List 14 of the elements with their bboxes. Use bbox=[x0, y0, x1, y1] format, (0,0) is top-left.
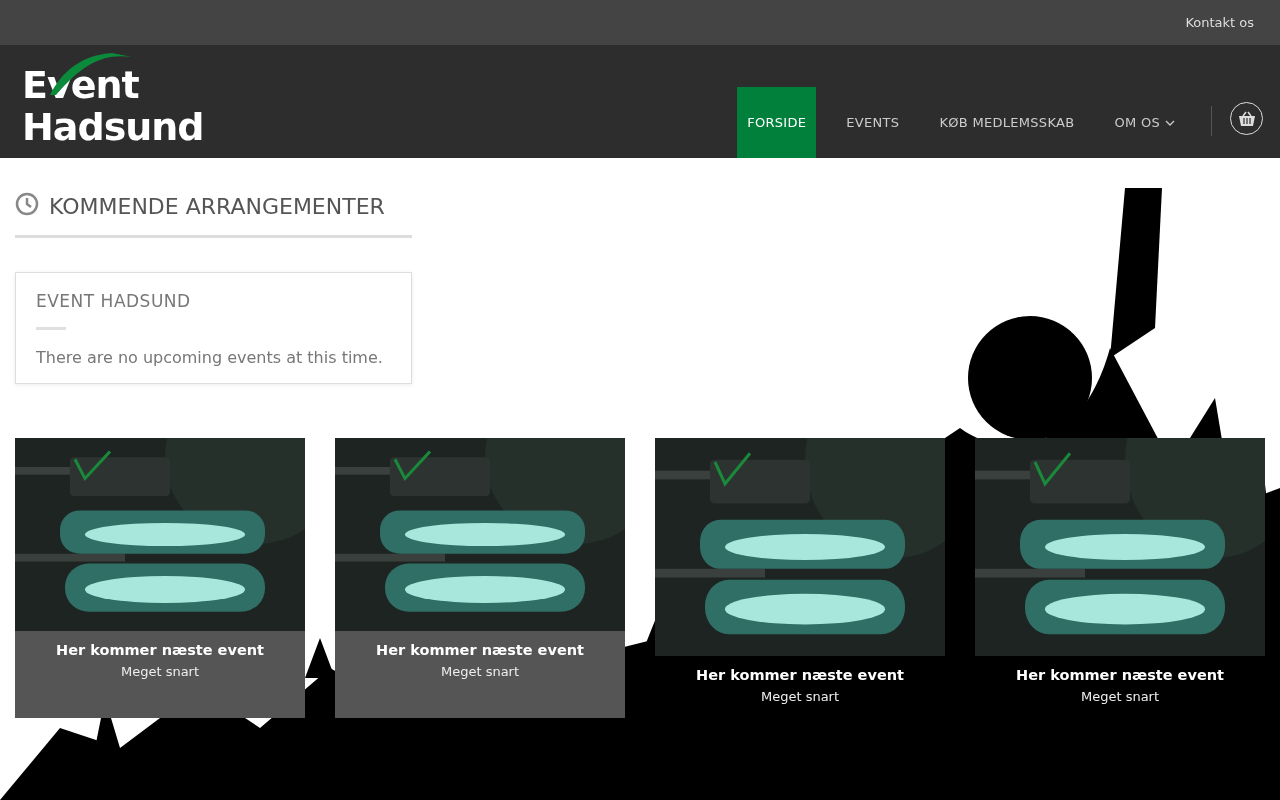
card-subtitle: Meget snart bbox=[439, 664, 521, 679]
card-title: Her kommer næste event bbox=[55, 642, 265, 658]
empty-message: There are no upcoming events at this time. bbox=[36, 348, 384, 367]
nav-link[interactable]: OM OS bbox=[1104, 87, 1185, 158]
nav-link[interactable]: FORSIDE bbox=[737, 87, 817, 158]
basket-icon bbox=[1237, 110, 1256, 127]
card-title: Her kommer næste event bbox=[375, 642, 585, 658]
contact-link[interactable]: Kontakt os bbox=[1185, 15, 1254, 30]
nav-link[interactable]: KØB MEDLEMSSKAB bbox=[929, 87, 1085, 158]
clock-icon bbox=[15, 192, 39, 216]
widget-title: EVENT HADSUND bbox=[36, 291, 192, 311]
section-title: KOMMENDE ARRANGEMENTER bbox=[49, 193, 385, 221]
card-subtitle: Meget snart bbox=[119, 664, 201, 679]
nav-link[interactable]: EVENTS bbox=[836, 87, 910, 158]
